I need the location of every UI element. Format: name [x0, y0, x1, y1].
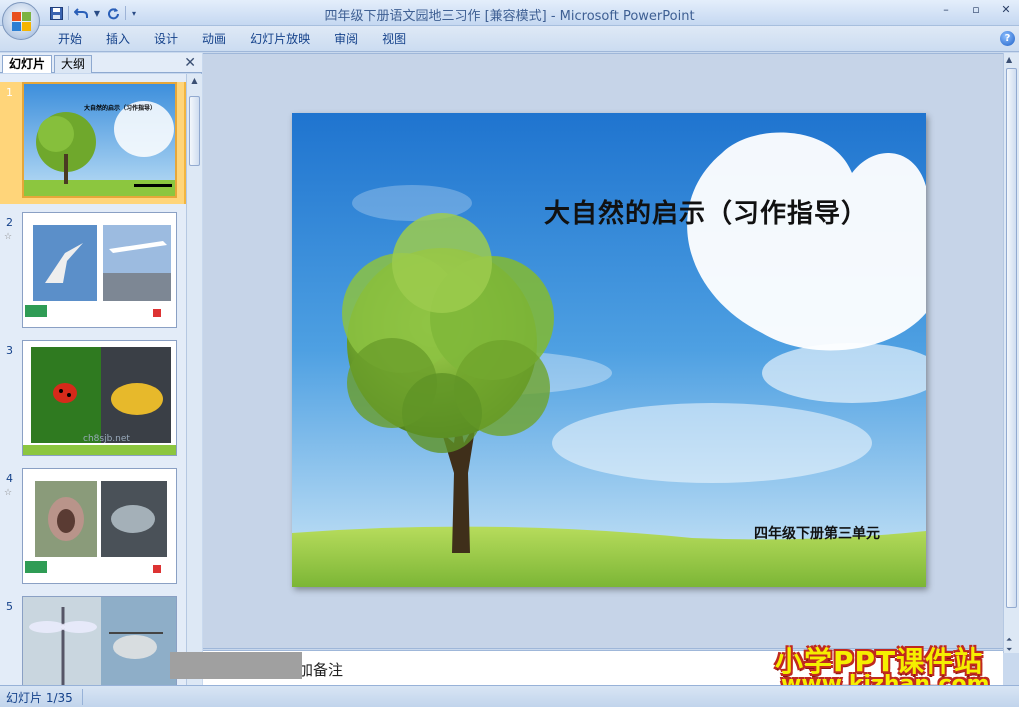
help-icon[interactable]: ? [1000, 31, 1015, 46]
notes-placeholder[interactable]: 加备注 [298, 659, 343, 680]
slide-number: 1 [6, 86, 13, 99]
slide-preview: 大自然的启示（习作指导） [22, 82, 177, 198]
slide-thumbnail-1[interactable]: 1 大自然的启示（习作指导） [0, 82, 186, 204]
tab-animations[interactable]: 动画 [190, 31, 238, 47]
animation-star-icon: ☆ [4, 232, 13, 242]
scroll-up-icon[interactable]: ▲ [1006, 55, 1012, 64]
pane-tabs: 幻灯片 大纲 ✕ [0, 53, 202, 73]
title-bar: ▼ ▾ 四年级下册语文园地三习作 [兼容模式] - Microsoft Powe… [0, 0, 1019, 26]
slide-thumbnail-5[interactable]: 5 [0, 596, 186, 685]
ribbon: 开始 插入 设计 动画 幻灯片放映 审阅 视图 ? [0, 26, 1019, 52]
tab-insert[interactable]: 插入 [94, 31, 142, 47]
slide-number: 4 [6, 472, 13, 485]
slide-preview [22, 468, 177, 584]
tab-review[interactable]: 审阅 [322, 31, 370, 47]
slide-thumbnail-4[interactable]: 4 ☆ [0, 468, 186, 590]
tab-view[interactable]: 视图 [370, 31, 418, 47]
slide-preview [22, 212, 177, 328]
scroll-thumb[interactable] [1006, 68, 1017, 608]
close-icon[interactable]: ✕ [184, 55, 196, 71]
slide-scrollbar[interactable]: ▲ ⏶ ⏷ [1003, 53, 1019, 655]
notes-overlay [170, 652, 302, 679]
status-separator [82, 689, 83, 705]
status-bar: 幻灯片 1/35 [0, 685, 1019, 707]
slide-preview [22, 596, 177, 685]
slide-thumbnail-3[interactable]: 3 ch8sjb.net [0, 340, 186, 462]
window-controls: – ▫ ✕ [937, 3, 1015, 16]
thumbnail-list: 1 大自然的启示（习作指导） 2 ☆ 3 ch8sjb.net 4 ☆ 5 [0, 74, 186, 685]
tab-outline[interactable]: 大纲 [54, 55, 93, 73]
minimize-button[interactable]: – [937, 3, 955, 16]
current-slide[interactable]: 大自然的启示（习作指导） 四年级下册第三单元 [292, 113, 926, 587]
office-button[interactable] [2, 2, 40, 40]
slides-pane: 幻灯片 大纲 ✕ 1 大自然的启示（习作指导） 2 ☆ 3 ch8sjb.net… [0, 53, 202, 685]
slide-number: 3 [6, 344, 13, 357]
scroll-up-icon[interactable]: ▲ [190, 76, 199, 85]
scroll-thumb[interactable] [189, 96, 200, 166]
ribbon-tabs: 开始 插入 设计 动画 幻灯片放映 审阅 视图 [46, 31, 418, 47]
thumb-watermark: ch8sjb.net [83, 434, 130, 444]
slide-number: 5 [6, 600, 13, 613]
window-title: 四年级下册语文园地三习作 [兼容模式] - Microsoft PowerPoi… [324, 9, 695, 24]
slide-title[interactable]: 大自然的启示（习作指导） [544, 193, 914, 230]
slide-preview: ch8sjb.net [22, 340, 177, 456]
next-slide-icon[interactable]: ⏷ [1006, 645, 1012, 655]
tab-design[interactable]: 设计 [142, 31, 190, 47]
office-logo-icon [12, 12, 31, 31]
prev-slide-icon[interactable]: ⏶ [1006, 635, 1012, 645]
tab-home[interactable]: 开始 [46, 31, 94, 47]
restore-button[interactable]: ▫ [967, 3, 985, 16]
slide-background [292, 113, 926, 587]
slide-subtitle[interactable]: 四年级下册第三单元 [754, 523, 880, 543]
tab-slideshow[interactable]: 幻灯片放映 [238, 31, 322, 47]
slide-counter: 幻灯片 1/35 [6, 691, 73, 705]
thumbnail-scrollbar[interactable]: ▲ [186, 74, 202, 685]
animation-star-icon: ☆ [4, 488, 13, 498]
slide-thumbnail-2[interactable]: 2 ☆ [0, 212, 186, 334]
slide-number: 2 [6, 216, 13, 229]
tab-slides[interactable]: 幻灯片 [2, 55, 53, 73]
thumb-title: 大自然的启示（习作指导） [84, 104, 156, 112]
close-button[interactable]: ✕ [997, 3, 1015, 16]
